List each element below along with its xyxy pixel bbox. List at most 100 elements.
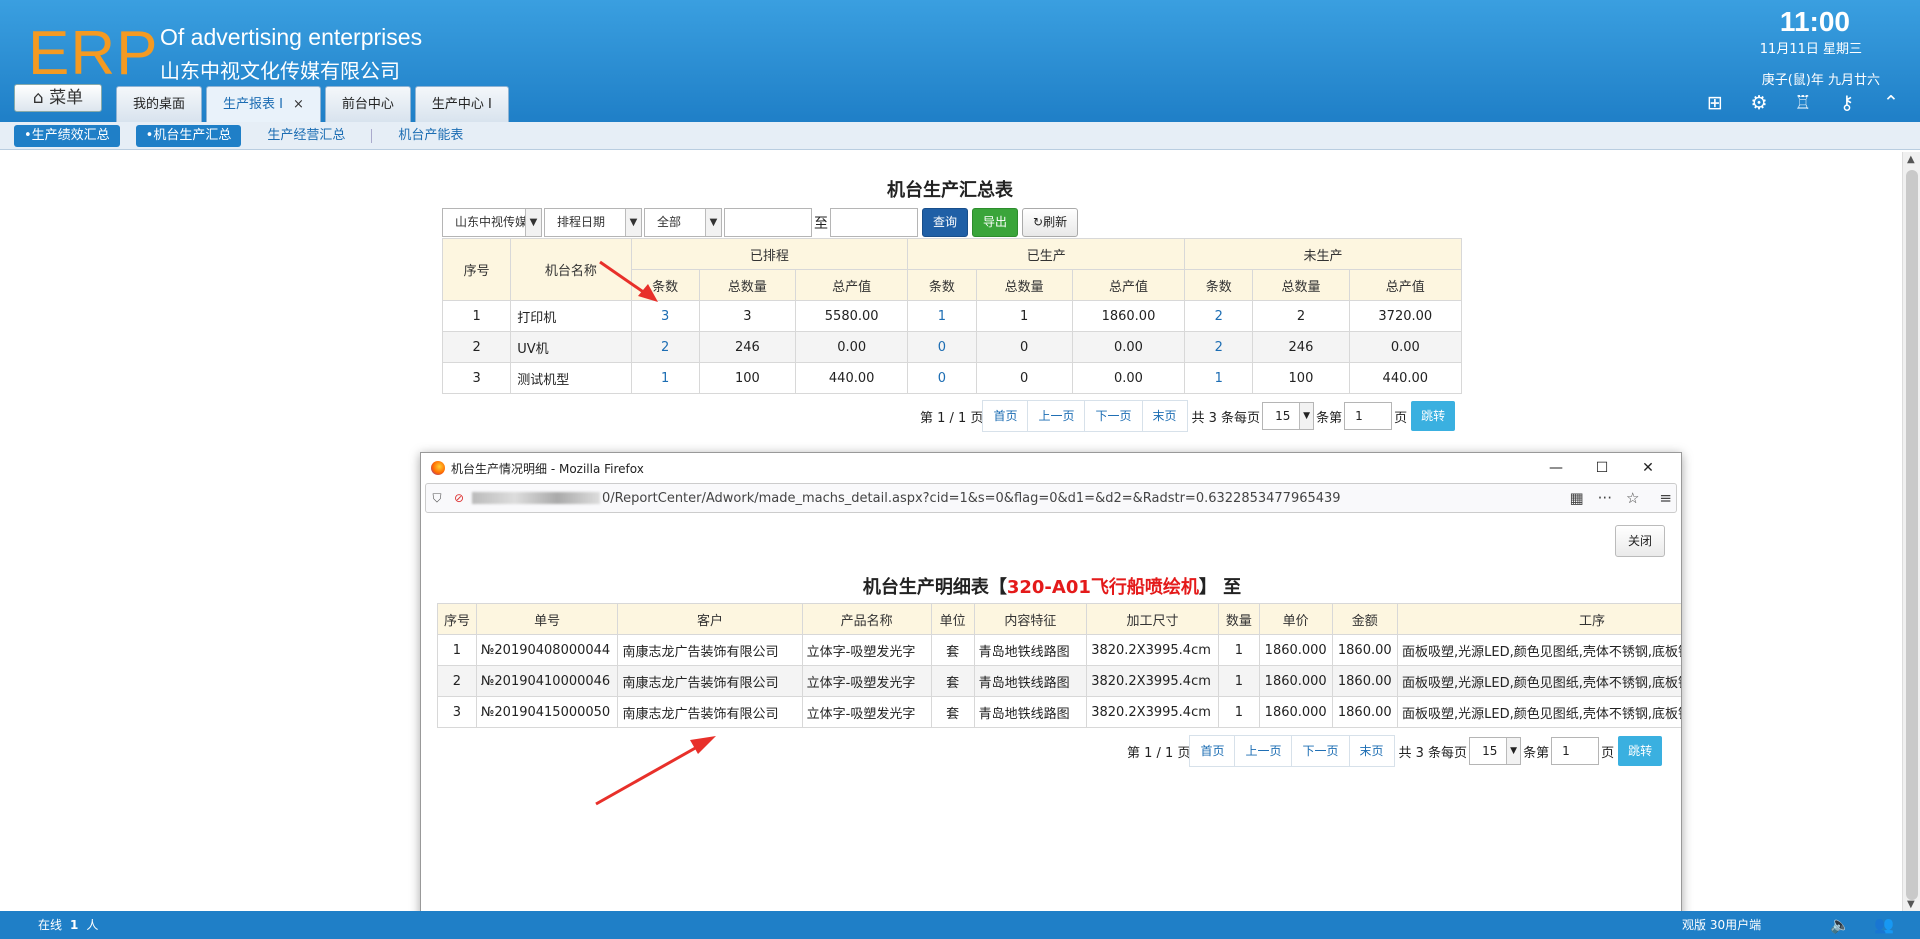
hamburger-menu-icon[interactable]: ≡ (1659, 484, 1672, 512)
start-date-input[interactable] (724, 208, 812, 237)
per-page-select[interactable]: 15 ▼ (1262, 402, 1315, 430)
clock-lunar-date: 庚子(鼠)年 九月廿六 (1761, 73, 1880, 88)
clock-date: 11月11日 星期三 (1759, 42, 1862, 57)
cell-value: 0.00 (794, 331, 909, 363)
more-icon[interactable]: ··· (1598, 484, 1612, 512)
shield-icon[interactable]: ⛉ (426, 491, 448, 506)
cell-no: 1 (441, 300, 512, 332)
query-button[interactable]: 查询 (922, 208, 969, 237)
add-widget-icon[interactable]: ⊞ (1704, 92, 1726, 114)
produced-count-link[interactable]: 0 (907, 362, 977, 394)
online-users: 在线 1 人 (38, 911, 98, 939)
goto-button[interactable]: 跳转 (1618, 736, 1663, 766)
scheduled-count-link[interactable]: 2 (630, 331, 700, 363)
cell-no: 3 (441, 362, 512, 394)
close-icon[interactable]: ✕ (1625, 453, 1671, 483)
next-page-button[interactable]: 下一页 (1084, 400, 1143, 432)
popup-close-button[interactable]: 关闭 (1614, 525, 1665, 557)
tab-close-icon[interactable]: × (293, 97, 304, 112)
app-header: ERP Of advertising enterprises 山东中视文化传媒有… (0, 0, 1920, 122)
shirt-icon[interactable]: ♖ (1792, 92, 1814, 114)
bookmark-star-icon[interactable]: ☆ (1626, 484, 1639, 512)
chevron-down-icon: ▼ (1506, 738, 1521, 764)
unproduced-count-link[interactable]: 2 (1184, 300, 1254, 332)
col-product: 产品名称 (801, 603, 932, 635)
next-page-button[interactable]: 下一页 (1291, 735, 1350, 767)
col-size: 加工尺寸 (1086, 603, 1219, 635)
menu-button[interactable]: ⌂ 菜单 (14, 84, 102, 112)
page-number-input[interactable]: 1 (1551, 737, 1600, 765)
cell-no: 2 (441, 331, 512, 363)
export-button[interactable]: 导出 (972, 208, 1019, 237)
scrollbar-thumb[interactable] (1906, 170, 1918, 900)
cell-qty: 2 (1252, 300, 1350, 332)
date-type-select[interactable]: 排程日期 ▼ (544, 208, 642, 237)
key-icon[interactable]: ⚷ (1836, 92, 1858, 114)
status-select[interactable]: 全部 ▼ (644, 208, 722, 237)
popup-window-title: 机台生产情况明细 - Mozilla Firefox (451, 461, 644, 476)
speaker-icon[interactable]: 🔈 (1830, 911, 1850, 939)
collapse-icon[interactable]: ⌃ (1880, 92, 1902, 114)
cell-amount: 1860.00 (1331, 665, 1399, 697)
popup-titlebar[interactable]: 机台生产情况明细 - Mozilla Firefox — ☐ ✕ (421, 453, 1681, 483)
subnav-operation-summary[interactable]: 生产经营汇总 (257, 125, 355, 147)
cell-product: 立体字-吸塑发光字 (801, 665, 932, 697)
produced-count-link[interactable]: 0 (907, 331, 977, 363)
cell-order-no: №20190408000044 (475, 634, 619, 666)
prev-page-button[interactable]: 上一页 (1234, 735, 1293, 767)
page-scrollbar[interactable]: ▲ ▼ (1902, 152, 1920, 912)
tab-production-center[interactable]: 生产中心 I (414, 86, 509, 122)
company-select[interactable]: 山东中视传媒 ▼ (442, 208, 542, 237)
tab-front-center[interactable]: 前台中心 (324, 86, 411, 122)
cell-qty: 246 (1252, 331, 1350, 363)
end-date-input[interactable] (830, 208, 918, 237)
table-row: 1 №20190408000044 南康志龙广告装饰有限公司 立体字-吸塑发光字… (437, 634, 1681, 666)
page-number-input[interactable]: 1 (1344, 402, 1393, 430)
last-page-button[interactable]: 末页 (1348, 735, 1395, 767)
url-text[interactable]: 0/ReportCenter/Adwork/made_machs_detail.… (602, 491, 1341, 506)
col-count: 条数 (630, 269, 700, 301)
produced-count-link[interactable]: 1 (907, 300, 977, 332)
subnav-machine-summary[interactable]: •机台生产汇总 (135, 124, 242, 147)
minimize-icon[interactable]: — (1533, 453, 1579, 483)
cell-no: 3 (437, 696, 477, 728)
gear-icon[interactable]: ⚙ (1748, 92, 1770, 114)
scheduled-count-link[interactable]: 1 (630, 362, 700, 394)
scroll-down-icon[interactable]: ▼ (1907, 899, 1915, 910)
cell-unit: 套 (930, 696, 975, 728)
report-title: 机台生产汇总表 (887, 180, 1013, 201)
qr-code-icon[interactable]: ▦ (1569, 484, 1583, 512)
cell-process: 面板吸塑,光源LED,颜色见图纸,壳体不锈钢,底板镀 (1397, 696, 1681, 728)
first-page-button[interactable]: 首页 (982, 400, 1029, 432)
unproduced-count-link[interactable]: 1 (1184, 362, 1254, 394)
clock-time: 11:00 (1779, 6, 1850, 37)
clock: 11:00 11月11日 星期三 庚子(鼠)年 九月廿六 (1760, 6, 1880, 88)
url-bar[interactable]: ⛉ ⊘ 0/ReportCenter/Adwork/made_machs_det… (425, 483, 1677, 513)
insecure-lock-icon[interactable]: ⊘ (448, 491, 470, 505)
subnav-performance-summary[interactable]: •生产绩效汇总 (14, 124, 120, 147)
maximize-icon[interactable]: ☐ (1579, 453, 1625, 483)
cell-no: 1 (437, 634, 477, 666)
scroll-up-icon[interactable]: ▲ (1907, 154, 1915, 165)
company-block: Of advertising enterprises 山东中视文化传媒有限公司 (160, 24, 422, 84)
tab-my-desktop[interactable]: 我的桌面 (116, 86, 203, 122)
tab-production-report[interactable]: 生产报表 I × (206, 86, 321, 122)
users-icon[interactable]: 👥 (1874, 911, 1894, 939)
cell-qty: 1 (975, 300, 1073, 332)
refresh-button[interactable]: ↻刷新 (1022, 208, 1079, 237)
scheduled-count-link[interactable]: 3 (630, 300, 700, 332)
col-process: 工序 (1397, 603, 1681, 635)
first-page-button[interactable]: 首页 (1189, 735, 1236, 767)
last-page-button[interactable]: 末页 (1141, 400, 1188, 432)
cell-price: 1860.000 (1258, 665, 1333, 697)
chevron-down-icon: ▼ (625, 209, 641, 236)
goto-button[interactable]: 跳转 (1411, 401, 1456, 431)
prev-page-button[interactable]: 上一页 (1027, 400, 1086, 432)
per-page-select[interactable]: 15 ▼ (1469, 737, 1522, 765)
unproduced-count-link[interactable]: 2 (1184, 331, 1254, 363)
cell-machine-name: 打印机 (510, 300, 632, 332)
chevron-down-icon: ▼ (525, 209, 541, 236)
subnav-capacity-table[interactable]: 机台产能表 (388, 125, 473, 147)
cell-product: 立体字-吸塑发光字 (801, 696, 932, 728)
date-range-separator: 至 (814, 215, 828, 232)
